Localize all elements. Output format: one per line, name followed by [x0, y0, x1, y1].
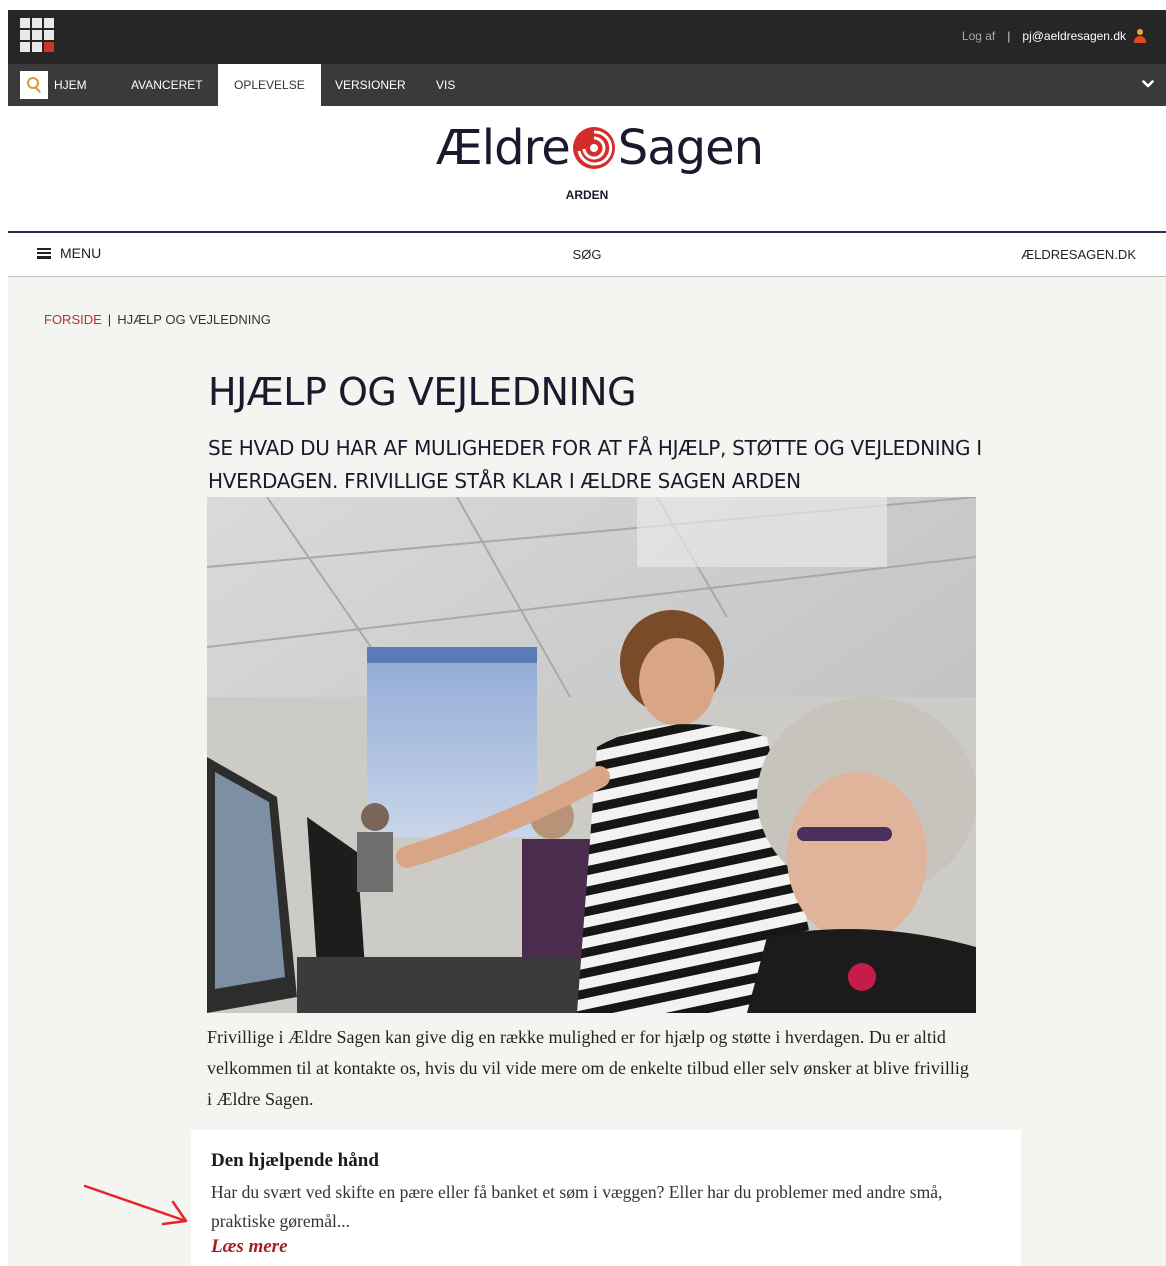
- site-header: Ældre Sagen ARDEN: [8, 106, 1166, 231]
- search-link[interactable]: SØG: [8, 247, 1166, 262]
- tab-hjem[interactable]: HJEM: [54, 64, 87, 106]
- red-arrow-icon: [83, 1184, 188, 1226]
- tab-oplevelse[interactable]: OPLEVELSE: [218, 64, 321, 106]
- tab-versioner[interactable]: VERSIONER: [335, 64, 406, 106]
- cms-top-bar: Log af | pj@aeldresagen.dk: [8, 10, 1166, 64]
- app-grid-icon[interactable]: [20, 18, 54, 52]
- user-separator: |: [1007, 29, 1011, 43]
- chevron-down-icon[interactable]: [1142, 78, 1154, 90]
- page-title: HJÆLP OG VEJLEDNING: [208, 370, 637, 414]
- tab-vis[interactable]: VIS: [436, 64, 455, 106]
- help-card: Den hjælpende hånd Har du svært ved skif…: [191, 1130, 1021, 1266]
- cms-user-area: Log af | pj@aeldresagen.dk: [962, 29, 1146, 43]
- spiral-logo-icon: [572, 127, 615, 169]
- breadcrumb: FORSIDE | HJÆLP OG VEJLEDNING: [44, 312, 271, 327]
- browser-viewport: Log af | pj@aeldresagen.dk HJEM AVANCERE…: [8, 10, 1166, 1266]
- card-text: Har du svært ved skifte en pære eller få…: [211, 1182, 943, 1231]
- site-nav: MENU SØG ÆLDRESAGEN.DK: [8, 233, 1166, 277]
- logo-text-right: Sagen: [617, 120, 764, 176]
- department-name: ARDEN: [565, 188, 609, 202]
- logoff-link[interactable]: Log af: [962, 29, 995, 43]
- external-site-link[interactable]: ÆLDRESAGEN.DK: [1021, 247, 1136, 262]
- search-icon[interactable]: [20, 71, 48, 99]
- read-more-link[interactable]: Læs mere: [211, 1236, 288, 1258]
- hero-photo-illustration: [207, 497, 976, 1013]
- site-logo[interactable]: Ældre Sagen: [436, 120, 764, 176]
- tab-avanceret[interactable]: AVANCERET: [131, 64, 203, 106]
- cms-nav-bar: HJEM AVANCERET OPLEVELSE VERSIONER VIS: [8, 64, 1166, 106]
- hero-image: [207, 497, 976, 1013]
- user-email[interactable]: pj@aeldresagen.dk: [1022, 29, 1126, 43]
- user-icon[interactable]: [1134, 29, 1146, 43]
- card-title[interactable]: Den hjælpende hånd: [211, 1150, 379, 1172]
- logo-text-left: Ældre: [436, 120, 571, 176]
- breadcrumb-home[interactable]: FORSIDE: [44, 312, 102, 327]
- breadcrumb-current: HJÆLP OG VEJLEDNING: [117, 312, 271, 327]
- page-subtitle: SE HVAD DU HAR AF MULIGHEDER FOR AT FÅ H…: [208, 436, 982, 493]
- intro-text: Frivillige i Ældre Sagen kan give dig en…: [207, 1027, 969, 1109]
- breadcrumb-separator: |: [107, 312, 112, 327]
